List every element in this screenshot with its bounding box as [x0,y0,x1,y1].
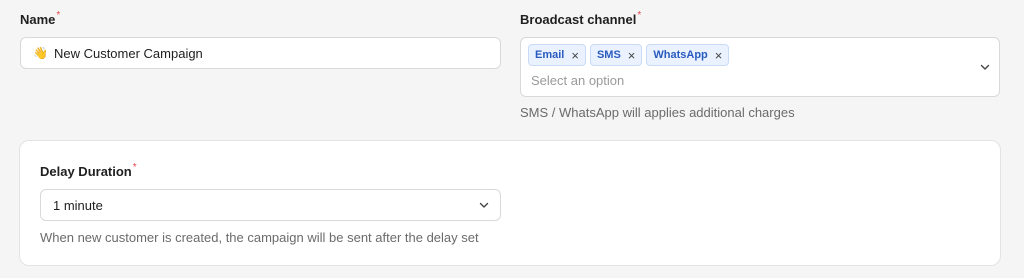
broadcast-channel-label-text: Broadcast channel [520,12,637,27]
tag-sms: SMS × [589,44,643,66]
chevron-down-icon[interactable] [978,60,992,74]
tag-label: Email [535,49,565,61]
delay-duration-select[interactable]: 1 minute [40,189,501,221]
selected-tags: Email × SMS × WhatsApp × [528,44,730,66]
close-icon[interactable]: × [628,49,636,62]
tag-email: Email × [528,44,586,66]
select-placeholder: Select an option [531,73,625,88]
name-label-text: Name [20,12,56,27]
name-input-value: New Customer Campaign [53,45,203,61]
required-asterisk: * [132,162,137,173]
broadcast-helper-text: SMS / WhatsApp will applies additional c… [520,105,795,120]
name-label: Name* [20,10,61,27]
broadcast-channel-label: Broadcast channel* [520,10,642,27]
required-asterisk: * [56,10,61,21]
broadcast-channel-select[interactable]: Email × SMS × WhatsApp × Select an optio… [520,37,1000,97]
chevron-down-icon[interactable] [477,198,491,212]
tag-label: WhatsApp [653,49,708,61]
tag-whatsapp: WhatsApp × [646,44,730,66]
delay-duration-label: Delay Duration* [40,162,137,179]
required-asterisk: * [637,10,642,21]
delay-duration-label-text: Delay Duration [40,164,132,179]
wave-emoji-icon: 👋 [33,46,48,60]
delay-selected-value: 1 minute [53,197,103,213]
close-icon[interactable]: × [571,49,579,62]
name-input[interactable]: 👋 New Customer Campaign [20,37,501,69]
close-icon[interactable]: × [715,49,723,62]
delay-helper-text: When new customer is created, the campai… [40,230,479,245]
tag-label: SMS [596,49,621,61]
